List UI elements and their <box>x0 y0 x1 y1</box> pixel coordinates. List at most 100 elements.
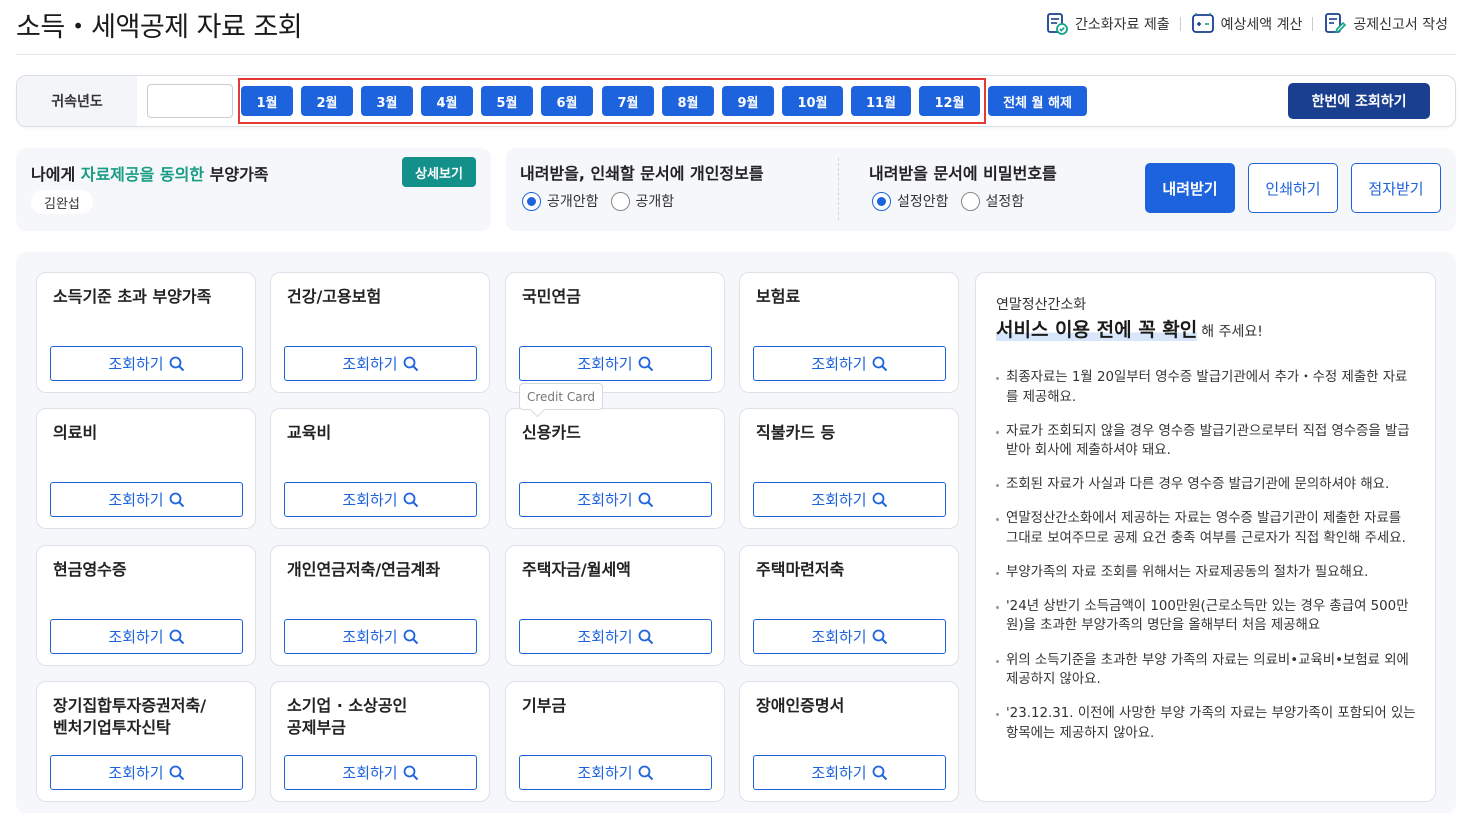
card-query-button[interactable]: 조회하기 <box>50 619 243 654</box>
dependent-chip: 김완섭 <box>31 190 93 214</box>
print-button[interactable]: 인쇄하기 <box>1248 163 1338 213</box>
detail-button[interactable]: 상세보기 <box>402 157 476 187</box>
header-link-separator <box>1179 17 1181 31</box>
card-query-label: 조회하기 <box>811 764 867 782</box>
password-option-title: 내려받을 문서에 비밀번호를 <box>869 164 1057 183</box>
radio-label: 설정안함 <box>897 194 949 210</box>
card-query-button[interactable]: 조회하기 <box>753 619 946 654</box>
card-query-label: 조회하기 <box>811 628 867 646</box>
radio-circle <box>522 191 541 211</box>
card-title: 기부금 <box>522 696 567 715</box>
deduction-card: 의료비조회하기 <box>36 408 256 529</box>
card-query-button[interactable]: 조회하기 <box>50 346 243 381</box>
card-query-label: 조회하기 <box>342 491 398 509</box>
header-link-label: 공제신고서 작성 <box>1353 17 1448 33</box>
month-button-11[interactable]: 11월 <box>851 86 911 116</box>
card-query-button[interactable]: 조회하기 <box>519 482 712 517</box>
card-title: 개인연금저축/연금계좌 <box>287 560 441 579</box>
braille-button[interactable]: 점자받기 <box>1351 163 1441 213</box>
month-button-2[interactable]: 2월 <box>301 86 353 116</box>
privacy-show-radio[interactable]: 공개함 <box>610 191 674 211</box>
card-query-label: 조회하기 <box>342 764 398 782</box>
card-query-button[interactable]: 조회하기 <box>753 755 946 790</box>
card-query-label: 조회하기 <box>108 355 164 373</box>
privacy-option-title: 내려받을, 인쇄할 문서에 개인정보를 <box>520 164 764 183</box>
card-title: 주택마련저축 <box>756 560 845 579</box>
card-query-label: 조회하기 <box>342 355 398 373</box>
month-button-5[interactable]: 5월 <box>481 86 533 116</box>
password-on-radio[interactable]: 설정함 <box>960 191 1024 211</box>
query-all-button[interactable]: 한번에 조회하기 <box>1288 83 1430 119</box>
card-query-button[interactable]: 조회하기 <box>284 346 477 381</box>
deduction-card: 기부금조회하기 <box>505 681 725 802</box>
privacy-hide-radio[interactable]: 공개안함 <box>522 191 599 211</box>
notice-headline-tail: 해 주세요! <box>1201 324 1263 340</box>
month-button-8[interactable]: 8월 <box>662 86 714 116</box>
clear-all-months-button[interactable]: 전체 월 해제 <box>988 86 1087 116</box>
month-button-7[interactable]: 7월 <box>602 86 654 116</box>
card-query-button[interactable]: 조회하기 <box>50 482 243 517</box>
card-query-button[interactable]: 조회하기 <box>284 482 477 517</box>
deduction-card: 현금영수증 조회하기 <box>36 545 256 666</box>
card-query-label: 조회하기 <box>811 491 867 509</box>
deduction-card: 교육비조회하기 <box>270 408 490 529</box>
deduction-card: 소득기준 초과 부양가족 조회하기 <box>36 272 256 393</box>
deduction-card: 국민연금조회하기 <box>505 272 725 393</box>
notice-item: 최종자료는 1월 20일부터 영수증 발급기관에서 추가・수정 제출한 자료를 … <box>996 368 1416 407</box>
search-icon <box>872 356 887 371</box>
deduction-card: 소기업 · 소상공인 공제부금조회하기 <box>270 681 490 802</box>
card-title: 국민연금 <box>522 287 581 306</box>
header-link-label: 예상세액 계산 <box>1220 17 1303 33</box>
search-icon <box>169 629 184 644</box>
dependents-title-post: 부양가족 <box>204 165 269 184</box>
search-icon <box>169 356 184 371</box>
month-button-6[interactable]: 6월 <box>541 86 593 116</box>
search-icon <box>403 629 418 644</box>
card-query-button[interactable]: 조회하기 <box>50 755 243 790</box>
deduction-card: 보험료 조회하기 <box>739 272 959 393</box>
page-header: 소득・세액공제 자료 조회 간소화자료 제출 예상세액 계산 공제신고서 작성 <box>0 0 1468 54</box>
deduction-card: 장기집합투자증권저축/ 벤처기업투자신탁 조회하기 <box>36 681 256 802</box>
card-query-label: 조회하기 <box>577 355 633 373</box>
month-button-12[interactable]: 12월 <box>919 86 980 116</box>
password-off-radio[interactable]: 설정안함 <box>872 191 949 211</box>
submit-simplified-data-link[interactable]: 간소화자료 제출 <box>1039 12 1176 36</box>
radio-circle <box>872 191 891 211</box>
card-query-button[interactable]: 조회하기 <box>519 755 712 790</box>
card-title: 의료비 <box>53 423 98 442</box>
search-icon <box>638 492 653 507</box>
deduction-card: 주택마련저축조회하기 <box>739 545 959 666</box>
write-deduction-form-link[interactable]: 공제신고서 작성 <box>1317 12 1454 36</box>
credit-card-tooltip: Credit Card <box>519 383 603 410</box>
card-query-button[interactable]: 조회하기 <box>284 619 477 654</box>
privacy-radio-group: 공개안함 공개함 <box>522 191 686 211</box>
card-title: 소기업 · 소상공인 공제부금 <box>287 696 408 737</box>
card-query-button[interactable]: 조회하기 <box>284 755 477 790</box>
month-button-3[interactable]: 3월 <box>361 86 413 116</box>
estimate-tax-link[interactable]: 예상세액 계산 <box>1185 12 1309 36</box>
card-query-button[interactable]: 조회하기 <box>753 346 946 381</box>
month-button-9[interactable]: 9월 <box>722 86 774 116</box>
month-button-4[interactable]: 4월 <box>421 86 473 116</box>
notice-subtitle: 연말정산간소화 <box>996 297 1087 313</box>
search-icon <box>872 492 887 507</box>
card-query-label: 조회하기 <box>108 764 164 782</box>
card-query-label: 조회하기 <box>108 491 164 509</box>
month-button-1[interactable]: 1월 <box>241 86 293 116</box>
card-query-label: 조회하기 <box>811 355 867 373</box>
card-query-button[interactable]: 조회하기 <box>753 482 946 517</box>
card-query-button[interactable]: 조회하기 <box>519 619 712 654</box>
notice-headline-main: 서비스 이용 전에 꼭 확인 <box>996 319 1198 341</box>
card-title: 장애인증명서 <box>756 696 845 715</box>
card-title: 교육비 <box>287 423 332 442</box>
month-button-10[interactable]: 10월 <box>782 86 843 116</box>
card-query-button[interactable]: 조회하기 <box>519 346 712 381</box>
header-links: 간소화자료 제출 예상세액 계산 공제신고서 작성 <box>1039 12 1454 36</box>
radio-circle <box>960 191 980 211</box>
search-icon <box>638 765 653 780</box>
notice-item: 조회된 자료가 사실과 다른 경우 영수증 발급기관에 문의하셔야 해요. <box>996 475 1416 495</box>
year-input[interactable] <box>147 84 233 118</box>
password-radio-group: 설정안함 설정함 <box>872 191 1036 211</box>
download-button[interactable]: 내려받기 <box>1145 163 1235 213</box>
filter-bar: 귀속년도 1월 2월 3월 4월 5월 6월 7월 8월 9월 10월 11월 … <box>16 75 1456 127</box>
